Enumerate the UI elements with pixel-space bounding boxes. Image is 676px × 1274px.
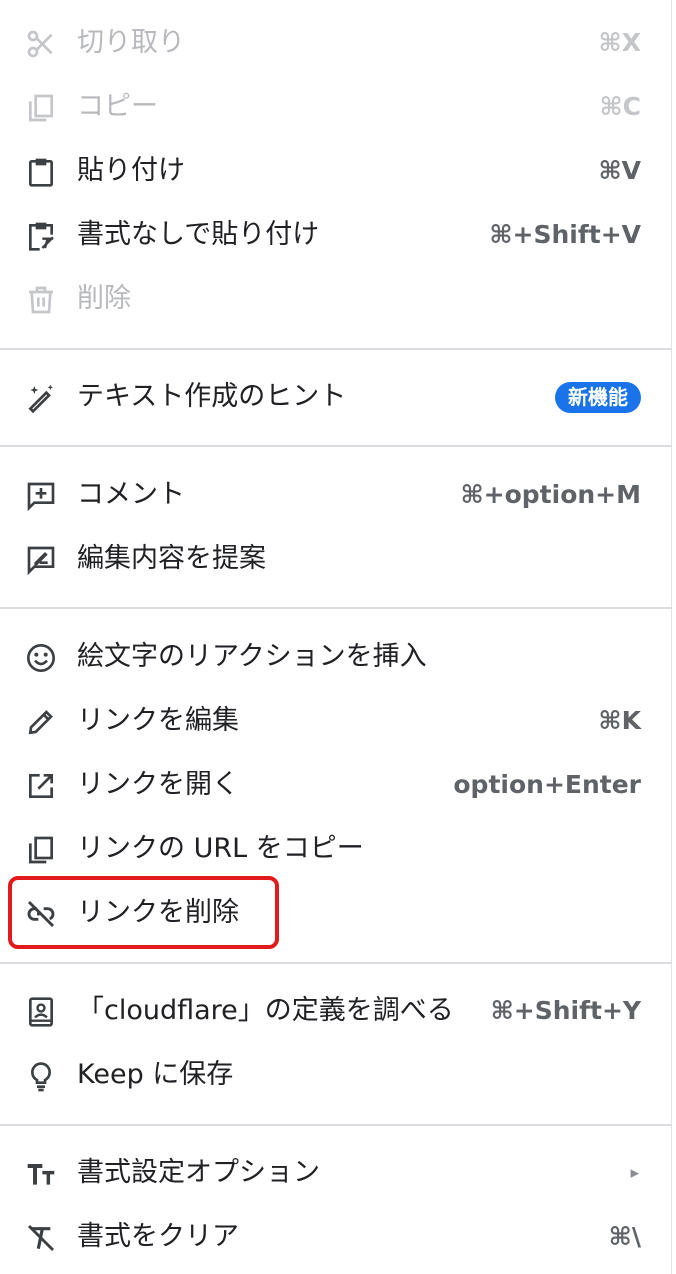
menu-item-open-link[interactable]: リンクを開く option+Enter [0,753,672,817]
menu-item-label: テキスト作成のヒント [77,381,347,412]
menu-item-paste[interactable]: 貼り付け ⌘V [0,139,672,203]
menu-item-edit-link[interactable]: リンクを編集 ⌘K [0,689,672,753]
submenu-arrow-icon: ▸ [630,1163,639,1183]
clear-format-icon [24,1221,58,1255]
clipboard-clear-format-icon [24,219,58,253]
text-format-icon [24,1157,58,1191]
open-external-icon [24,769,58,803]
menu-item-label: 書式なしで貼り付け [77,219,320,250]
menu-item-writing-hint[interactable]: テキスト作成のヒント 新機能 [0,365,672,429]
dictionary-icon [24,995,58,1029]
menu-item-suggest-edits[interactable]: 編集内容を提案 [0,527,672,591]
menu-item-label: リンクを開く [77,769,239,800]
menu-item-label: 貼り付け [77,155,185,186]
shortcut-hint: ⌘+option+M [460,480,641,509]
highlight-outline [8,876,279,949]
shortcut-hint: ⌘+Shift+V [489,220,641,249]
suggest-edit-icon [24,543,58,577]
menu-item-format-options[interactable]: 書式設定オプション ▸ [0,1141,672,1205]
shortcut-hint: ⌘+Shift+Y [490,996,641,1025]
menu-item-label: 書式をクリア [77,1221,239,1252]
shortcut-hint: ⌘\ [608,1222,641,1251]
menu-item-label: リンクを編集 [77,705,239,736]
menu-item-label: 絵文字のリアクションを挿入 [77,641,427,672]
menu-item-label: コメント [77,479,185,510]
clipboard-icon [24,155,58,189]
menu-divider [0,348,672,350]
scissors-icon [24,27,58,61]
context-menu: 切り取り ⌘X コピー ⌘C 貼り付け ⌘V 書式なしで貼り付け ⌘+Shift… [0,0,672,1274]
menu-item-clear-format[interactable]: 書式をクリア ⌘\ [0,1205,672,1269]
shortcut-hint: ⌘X [598,28,641,57]
menu-item-label: 切り取り [77,27,185,58]
shortcut-hint: ⌘C [599,92,641,121]
menu-item-copy-link-url[interactable]: リンクの URL をコピー [0,817,672,881]
menu-divider [0,445,672,447]
shortcut-hint: ⌘K [598,706,641,735]
smiley-icon [24,641,58,675]
shortcut-hint: ⌘V [598,156,641,185]
copy-icon [24,91,58,125]
trash-icon [24,283,58,317]
menu-item-label: 「cloudflare」の定義を調べる [77,995,454,1026]
menu-item-label: 編集内容を提案 [77,543,266,574]
menu-item-label: 削除 [77,283,131,314]
shortcut-hint: option+Enter [453,770,641,799]
menu-item-copy[interactable]: コピー ⌘C [0,75,672,139]
menu-divider [0,607,672,609]
magic-pen-icon [24,381,58,415]
menu-item-label: コピー [77,91,158,122]
menu-item-emoji-reaction[interactable]: 絵文字のリアクションを挿入 [0,625,672,689]
menu-divider [0,962,672,964]
menu-item-label: Keep に保存 [77,1059,234,1090]
menu-item-label: リンクの URL をコピー [77,833,364,864]
menu-item-label: 書式設定オプション [77,1157,320,1188]
menu-item-paste-plain[interactable]: 書式なしで貼り付け ⌘+Shift+V [0,203,672,267]
menu-item-keep[interactable]: Keep に保存 [0,1043,672,1107]
menu-item-define[interactable]: 「cloudflare」の定義を調べる ⌘+Shift+Y [0,979,672,1043]
menu-divider [0,1124,672,1126]
add-comment-icon [24,479,58,513]
new-feature-badge: 新機能 [555,382,641,413]
copy-icon [24,833,58,867]
menu-item-cut[interactable]: 切り取り ⌘X [0,11,672,75]
lightbulb-icon [24,1059,58,1093]
menu-item-delete[interactable]: 削除 [0,267,672,331]
menu-item-comment[interactable]: コメント ⌘+option+M [0,463,672,527]
pencil-icon [24,705,58,739]
